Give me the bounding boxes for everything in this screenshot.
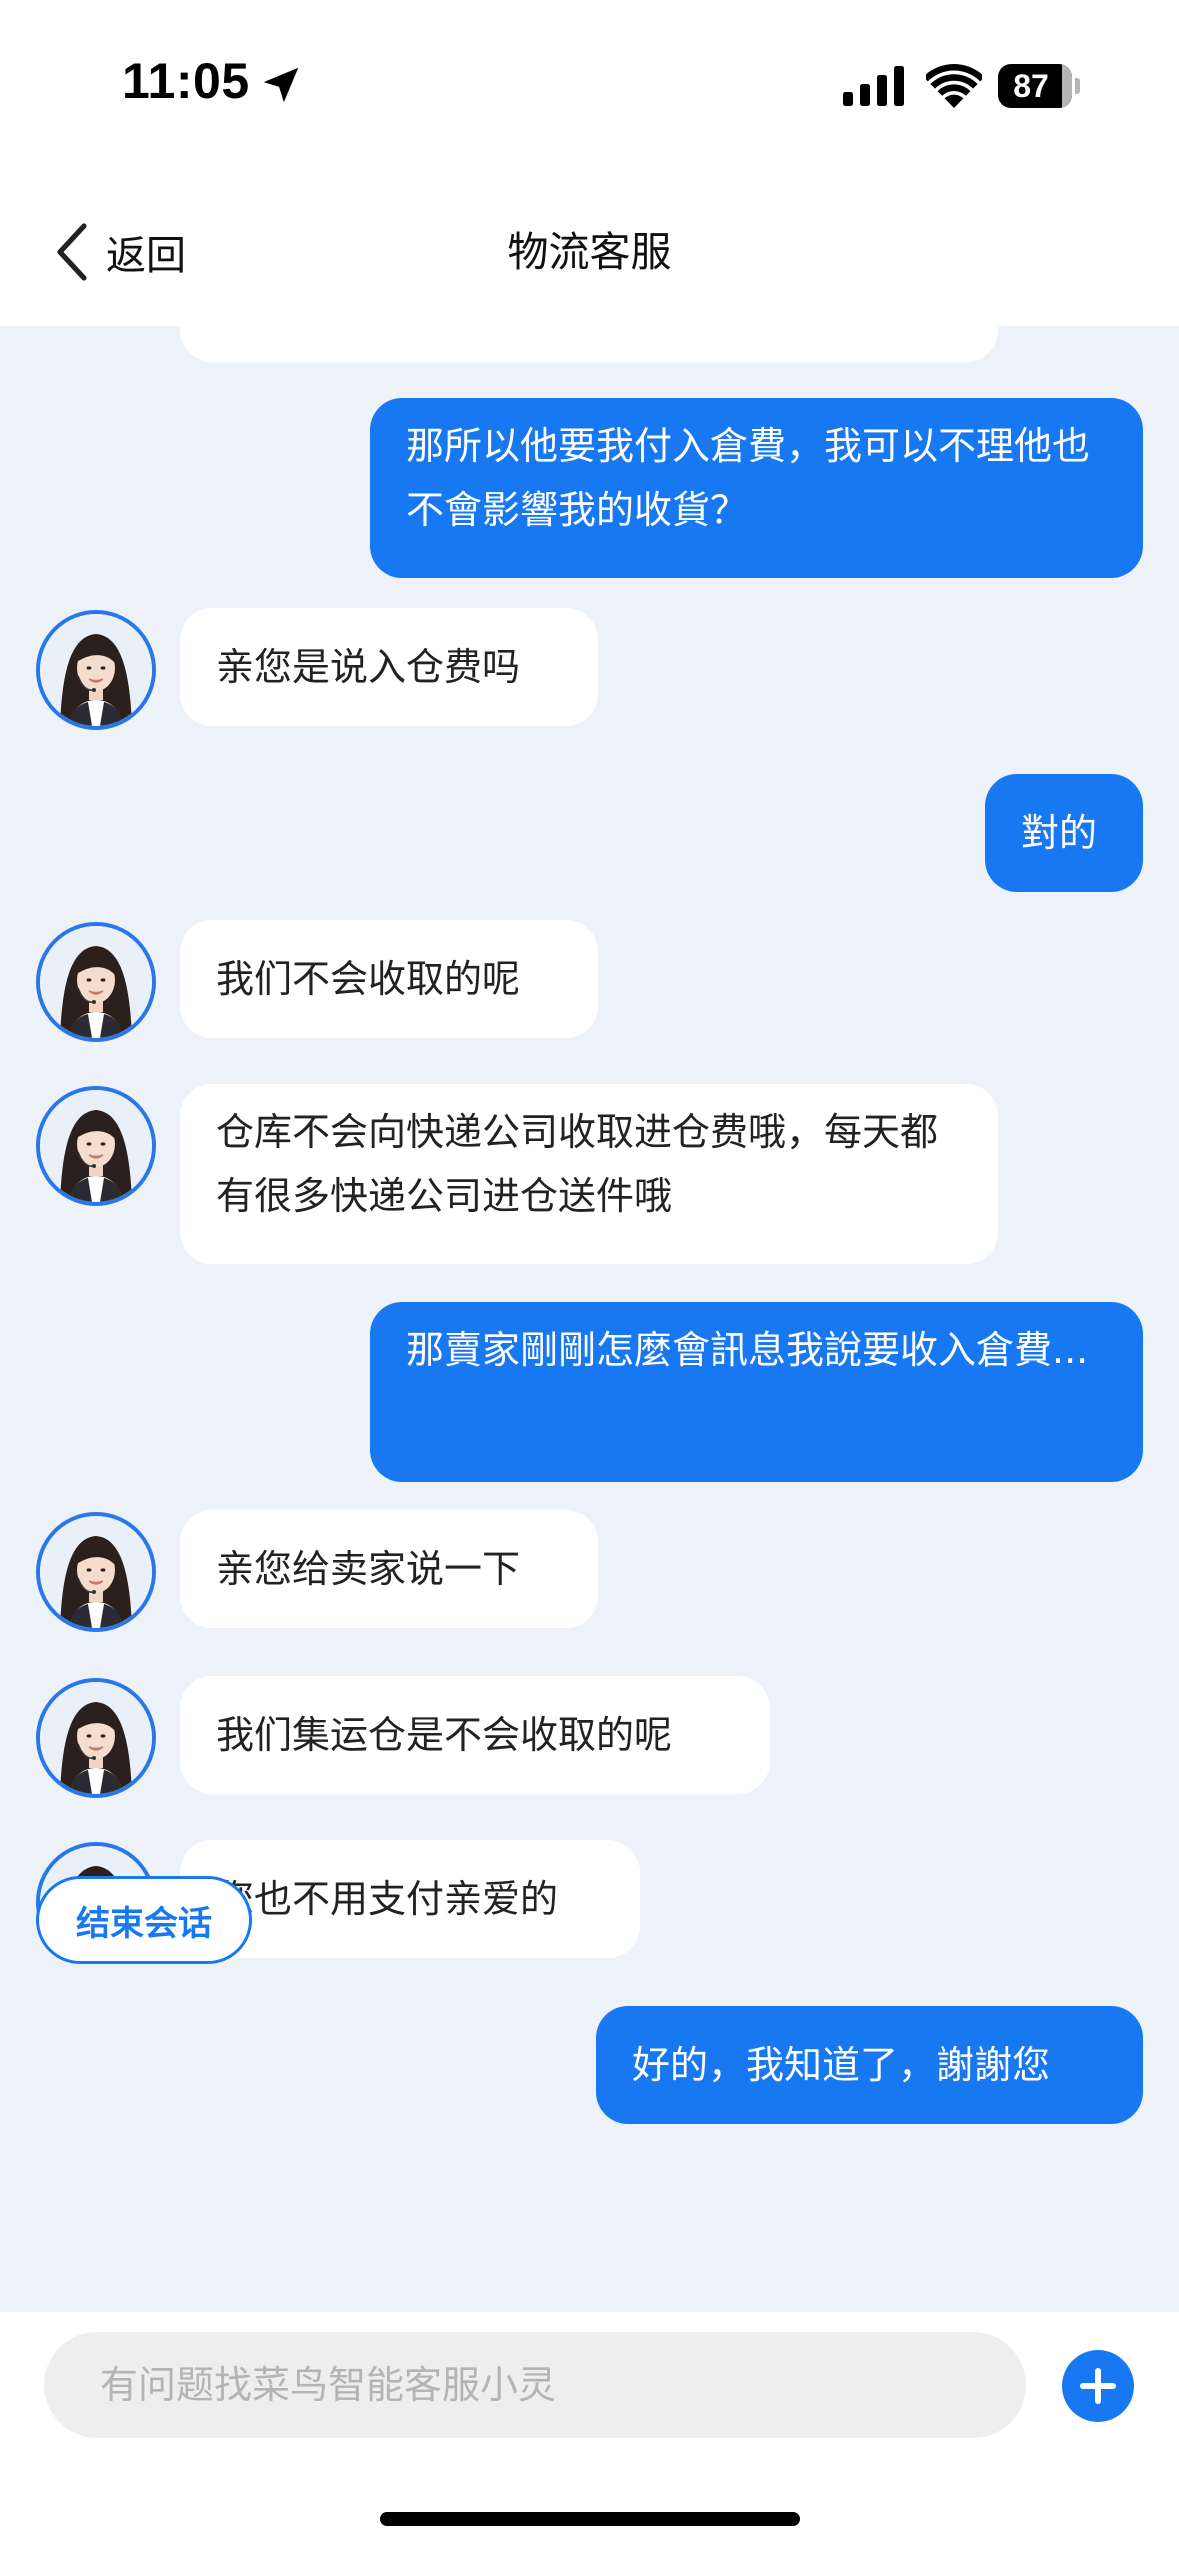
message-bubble-agent: 仓库不会向快递公司收取进仓费哦，每天都有很多快递公司进仓送件哦 (180, 1084, 998, 1264)
agent-avatar[interactable] (36, 1678, 156, 1798)
nav-bar: 返回 物流客服 (0, 170, 1179, 326)
location-arrow-icon (263, 67, 299, 103)
message-bubble-agent: 我们集运仓是不会收取的呢 (180, 1676, 770, 1794)
agent-avatar[interactable] (36, 610, 156, 730)
agent-avatar[interactable] (36, 1512, 156, 1632)
message-bubble-user: 好的，我知道了，謝謝您 (596, 2006, 1143, 2124)
message-input[interactable] (44, 2332, 1026, 2438)
message-bubble-agent-partial (180, 326, 998, 362)
cellular-signal-icon (843, 66, 904, 106)
battery-icon: 87 (998, 64, 1080, 108)
chat-area[interactable]: 那所以他要我付入倉費，我可以不理他也不會影響我的收貨？ 亲您是说入仓费吗 對的 … (0, 326, 1179, 2326)
add-attachment-button[interactable] (1062, 2350, 1134, 2422)
end-session-button[interactable]: 结束会话 (36, 1876, 252, 1964)
chat-screen: 11:05 87 返回 物流客服 那所以他要我付入倉費，我可以不理他也不會影響我… (0, 0, 1179, 2556)
message-bubble-agent: 我们不会收取的呢 (180, 920, 598, 1038)
agent-avatar[interactable] (36, 922, 156, 1042)
status-bar: 11:05 87 (0, 0, 1179, 170)
battery-percent: 87 (1013, 68, 1049, 104)
message-bubble-agent: 亲您是说入仓费吗 (180, 608, 598, 726)
wifi-icon (926, 64, 982, 108)
agent-avatar[interactable] (36, 1086, 156, 1206)
message-bubble-user: 那所以他要我付入倉費，我可以不理他也不會影響我的收貨？ (370, 398, 1143, 578)
page-title: 物流客服 (507, 228, 672, 276)
message-bubble-agent: 亲您给卖家说一下 (180, 1510, 598, 1628)
message-bubble-user: 對的 (985, 774, 1143, 892)
home-indicator[interactable] (380, 2512, 800, 2526)
message-bubble-agent: 您也不用支付亲爱的 (180, 1840, 640, 1958)
message-bubble-user: 那賣家剛剛怎麼會訊息我說要收入倉費... (370, 1302, 1143, 1482)
status-time: 11:05 (122, 53, 250, 109)
